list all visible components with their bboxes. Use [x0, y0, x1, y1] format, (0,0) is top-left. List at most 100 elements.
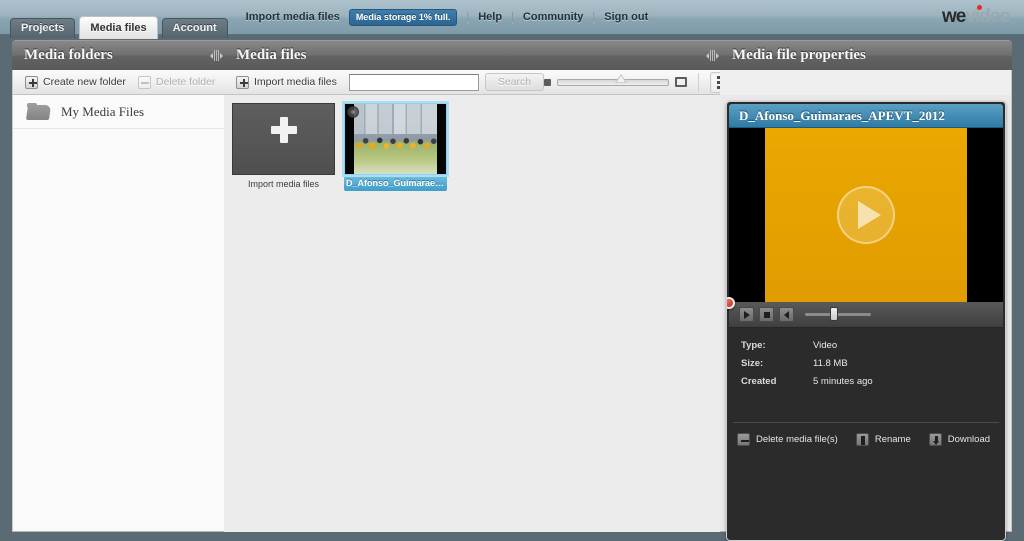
slider-handle[interactable]: [615, 73, 628, 83]
search-button[interactable]: Search: [484, 73, 545, 91]
video-tile-box[interactable]: [344, 103, 447, 175]
volume-slider-handle[interactable]: [830, 307, 839, 321]
record-dot-icon: [727, 297, 735, 309]
delete-folder-label: Delete folder: [155, 76, 216, 88]
metadata-value: 5 minutes ago: [813, 376, 873, 387]
logo-we-text: we: [942, 6, 966, 27]
media-files-panel: Import media files Search Import media f…: [224, 70, 780, 532]
tab-media-files[interactable]: Media files: [79, 15, 158, 39]
folders-files-splitter[interactable]: [208, 41, 224, 71]
folder-icon-body: [25, 105, 52, 120]
toolbar-divider: [698, 72, 700, 92]
thumbnail-buildings: [354, 104, 437, 134]
media-metadata: Type: Video Size: 11.8 MB Created 5 minu…: [727, 328, 1005, 404]
folders-toolbar: Create new folder Delete folder: [13, 70, 224, 95]
folder-tree-item-label: My Media Files: [61, 103, 145, 119]
metadata-value: 11.8 MB: [813, 358, 848, 369]
create-new-folder-button[interactable]: Create new folder: [19, 72, 132, 92]
media-files-header: Media files: [224, 40, 720, 70]
video-preview[interactable]: [729, 128, 1003, 302]
grip-line: [213, 50, 215, 61]
search-input[interactable]: [348, 73, 479, 91]
metadata-row: Type: Video: [741, 340, 1005, 351]
splitter-left-arrow-icon: [209, 52, 213, 59]
download-button[interactable]: Download: [928, 433, 991, 446]
thumbnail-crowd: [354, 132, 437, 154]
rename-button[interactable]: Rename: [855, 433, 911, 446]
play-icon: [744, 310, 750, 319]
small-thumbnail-icon[interactable]: [544, 78, 552, 86]
community-link[interactable]: Community: [523, 11, 584, 23]
sign-out-link[interactable]: Sign out: [604, 11, 648, 23]
media-folders-header: Media folders: [12, 40, 224, 70]
download-icon: [928, 433, 942, 446]
files-properties-splitter[interactable]: [704, 41, 720, 71]
volume-button[interactable]: [779, 307, 794, 322]
minus-icon: [137, 75, 151, 89]
media-folders-title: Media folders: [24, 47, 113, 63]
delete-media-files-button[interactable]: Delete media file(s): [737, 433, 838, 446]
media-file-properties-header: Media file properties: [720, 40, 1012, 70]
splitter-right-arrow-icon: [219, 52, 223, 59]
play-button[interactable]: [739, 307, 754, 322]
nav-separator-3: |: [592, 11, 596, 23]
help-link[interactable]: Help: [478, 11, 502, 23]
plus-icon: [236, 75, 249, 89]
create-new-folder-label: Create new folder: [43, 76, 126, 88]
main-tabs: Projects Media files Account: [0, 0, 232, 39]
files-toolbar: Import media files Search: [224, 70, 780, 95]
splitter-right-arrow-icon: [715, 52, 719, 59]
metadata-row: Size: 11.8 MB: [741, 358, 1005, 369]
download-label: Download: [947, 434, 991, 445]
media-tile-import[interactable]: Import media files: [232, 103, 335, 189]
film-reel-icon: [347, 106, 359, 118]
panel-container: Media folders Media files Media file pro…: [12, 40, 1012, 541]
grip-line: [215, 50, 217, 61]
metadata-value: Video: [813, 340, 838, 351]
properties-content: D_Afonso_Guimaraes_APEVT_2012 Type: Vide…: [720, 95, 1011, 541]
play-overlay-icon[interactable]: [837, 186, 895, 244]
splitter-left-arrow-icon: [705, 52, 709, 59]
metadata-key: Size:: [741, 358, 764, 369]
large-thumbnail-icon[interactable]: [675, 77, 688, 87]
nav-separator-2: |: [511, 11, 514, 23]
video-tile-caption: D_Afonso_Guimaraes...: [344, 175, 447, 191]
media-file-properties-panel: D_Afonso_Guimaraes_APEVT_2012 Type: Vide…: [720, 70, 1012, 541]
tab-projects[interactable]: Projects: [10, 17, 76, 38]
rename-icon: [855, 433, 869, 446]
top-navigation-bar: Projects Media files Account Import medi…: [0, 0, 1024, 39]
media-folders-panel: Create new folder Delete folder My Media…: [12, 70, 224, 532]
grip-line: [713, 50, 715, 61]
delete-folder-button[interactable]: Delete folder: [132, 72, 222, 92]
media-file-card: D_Afonso_Guimaraes_APEVT_2012 Type: Vide…: [726, 101, 1006, 541]
grip-line: [711, 50, 713, 61]
metadata-row: Created 5 minutes ago: [741, 376, 1005, 387]
storage-badge[interactable]: Media storage 1% full.: [348, 8, 458, 26]
tab-account[interactable]: Account: [161, 17, 228, 38]
media-tile-video[interactable]: D_Afonso_Guimaraes...: [344, 103, 447, 191]
metadata-key: Type:: [741, 340, 766, 351]
nav-separator-1: |: [466, 11, 470, 23]
thumbnail-size-slider[interactable]: [557, 73, 670, 86]
video-thumbnail: [345, 104, 446, 174]
top-nav-links: Import media files Media storage 1% full…: [246, 8, 648, 26]
media-files-title: Media files: [236, 47, 307, 63]
wevideo-logo[interactable]: wevideo: [942, 5, 1011, 28]
rename-label: Rename: [874, 434, 911, 445]
import-tile-caption: Import media files: [247, 179, 320, 189]
folder-tree-item-my-media-files[interactable]: My Media Files: [13, 95, 224, 129]
stop-button[interactable]: [759, 307, 774, 322]
folder-icon: [25, 103, 52, 120]
import-media-files-label: Import media files: [254, 76, 337, 88]
delete-icon: [737, 433, 750, 446]
media-file-name-title: D_Afonso_Guimaraes_APEVT_2012: [729, 104, 1003, 128]
import-media-files-button[interactable]: Import media files: [230, 72, 343, 92]
player-controls: [727, 297, 1003, 328]
metadata-key: Created: [741, 376, 777, 387]
logo-video-text: video: [965, 6, 1011, 27]
import-media-files-link[interactable]: Import media files: [246, 11, 340, 23]
volume-icon: [784, 310, 789, 319]
volume-slider[interactable]: [805, 307, 871, 321]
import-tile-box[interactable]: [232, 103, 335, 175]
delete-media-files-label: Delete media file(s): [756, 434, 838, 445]
